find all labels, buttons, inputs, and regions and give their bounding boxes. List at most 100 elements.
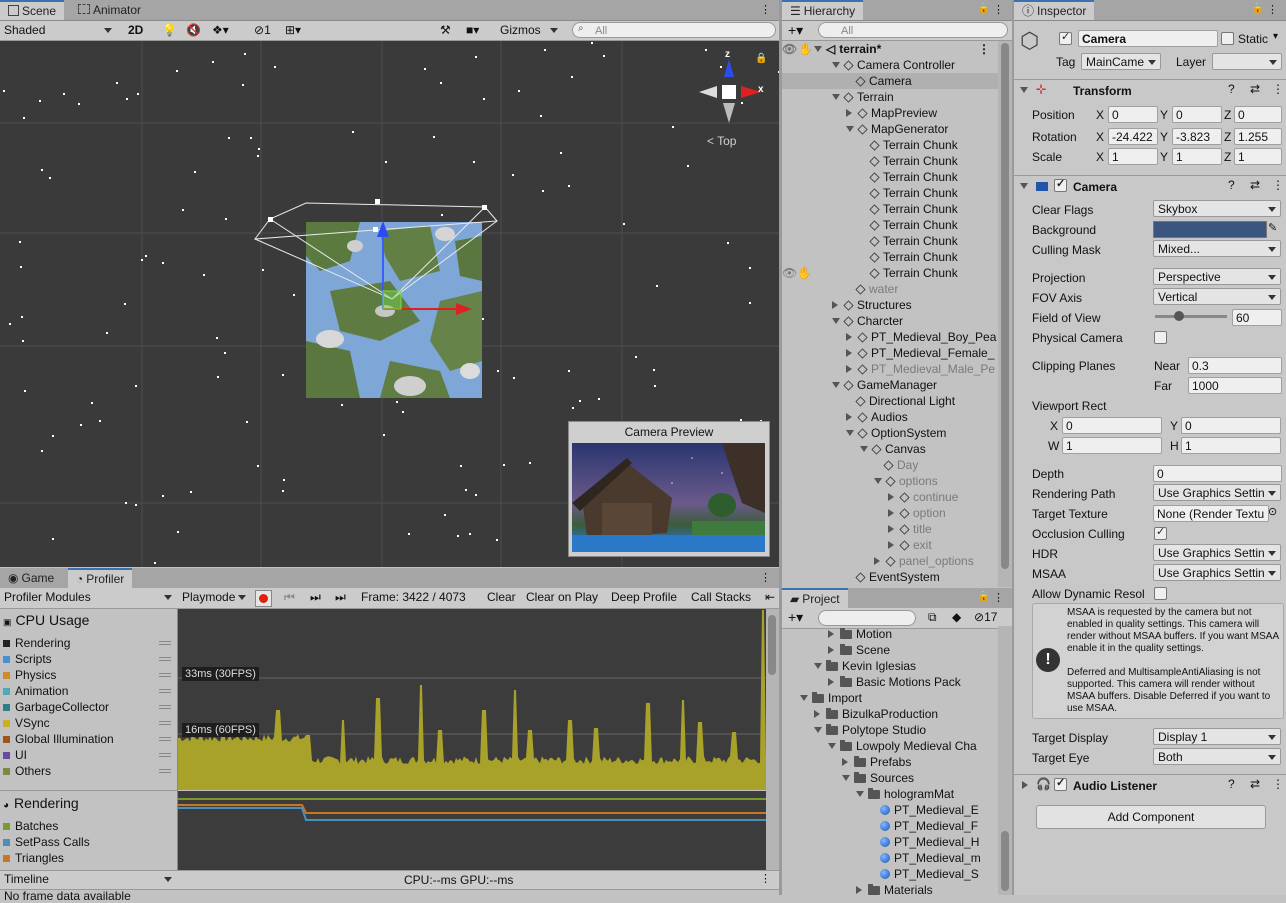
prev-frame-button[interactable]: ⏮ [284, 588, 295, 606]
target-texture-field[interactable]: None (Render Textu [1153, 505, 1269, 522]
audio-icon[interactable]: 🔇 [186, 21, 201, 39]
lock-icon[interactable]: 🔒 [755, 53, 767, 64]
viewport-h-field[interactable]: 1 [1181, 437, 1281, 454]
audio-listener-checkbox[interactable] [1054, 776, 1067, 791]
expand-arrow-icon[interactable] [860, 446, 868, 452]
presets-icon[interactable]: ⇄ [1250, 82, 1260, 96]
transform-header[interactable]: ⊹ Transform ? ⇄ ⋮ [1014, 79, 1286, 100]
target-display-dropdown[interactable]: Display 1 [1153, 728, 1281, 745]
layer-dropdown[interactable] [1212, 53, 1282, 70]
fov-slider-thumb[interactable] [1173, 311, 1184, 321]
pick-icon[interactable]: ✋ [798, 41, 814, 57]
expand-arrow-icon[interactable] [842, 758, 848, 766]
expand-arrow-icon[interactable] [832, 62, 840, 68]
physical-camera-checkbox[interactable] [1154, 331, 1167, 344]
hierarchy-item[interactable]: MapGenerator [782, 121, 998, 137]
menu-icon[interactable]: ⋮ [978, 41, 990, 57]
project-item[interactable]: PT_Medieval_E [782, 802, 979, 818]
hierarchy-item[interactable]: Terrain Chunk [782, 201, 998, 217]
tab-profiler[interactable]: ◔ Profiler [68, 568, 133, 588]
cpu-legend-item[interactable]: Scripts [0, 652, 177, 668]
msaa-dropdown[interactable]: Use Graphics Settin [1153, 564, 1281, 581]
project-search-input[interactable] [818, 610, 916, 626]
expand-arrow-icon[interactable] [846, 109, 852, 117]
expand-arrow-icon[interactable] [846, 413, 852, 421]
cpu-legend-item[interactable]: GarbageCollector [0, 700, 177, 716]
drag-handle-icon[interactable] [159, 721, 171, 725]
position-z-field[interactable]: 0 [1234, 106, 1282, 123]
scale-x-field[interactable]: 1 [1108, 148, 1158, 165]
camera-icon[interactable]: ■▾ [466, 21, 479, 39]
rendering-chart[interactable] [178, 791, 766, 870]
orientation-gizmo[interactable]: z x 🔒 [695, 49, 767, 131]
drag-handle-icon[interactable] [159, 673, 171, 677]
viewport-x-field[interactable]: 0 [1062, 417, 1162, 434]
object-picker-icon[interactable]: ⊙ [1268, 505, 1277, 518]
projection-dropdown[interactable]: Perspective [1153, 268, 1281, 285]
playmode-dropdown[interactable]: Playmode [178, 589, 250, 606]
viewport-w-field[interactable]: 1 [1062, 437, 1162, 454]
menu-icon[interactable]: ⋮ [760, 571, 771, 584]
active-checkbox[interactable] [1059, 30, 1072, 45]
view-label[interactable]: < Top [707, 134, 736, 148]
expand-arrow-icon[interactable] [846, 333, 852, 341]
menu-icon[interactable]: ⋮ [993, 591, 1004, 604]
hierarchy-item[interactable]: Terrain Chunk [782, 185, 998, 201]
rendering-legend-item[interactable]: Batches [0, 819, 177, 835]
expand-arrow-icon[interactable] [846, 365, 852, 373]
hierarchy-item[interactable]: panel_options [782, 553, 998, 569]
culling-mask-dropdown[interactable]: Mixed... [1153, 240, 1281, 257]
2d-toggle[interactable]: 2D [128, 21, 143, 39]
drag-handle-icon[interactable] [159, 737, 171, 741]
shading-mode-dropdown[interactable]: Shaded [0, 22, 116, 39]
hierarchy-item[interactable]: PT_Medieval_Boy_Pea [782, 329, 998, 345]
hierarchy-item[interactable]: 👁✋ Terrain Chunk [782, 265, 998, 281]
dynamic-resolution-checkbox[interactable] [1154, 587, 1167, 600]
expand-arrow-icon[interactable] [814, 46, 822, 52]
expand-arrow-icon[interactable] [814, 727, 822, 733]
rendering-header[interactable]: ◕ Rendering [0, 795, 177, 815]
help-icon[interactable]: ? [1228, 82, 1235, 96]
fold-arrow-icon[interactable] [1020, 183, 1028, 189]
menu-icon[interactable]: ⋮ [1272, 777, 1284, 791]
hierarchy-item[interactable]: Camera Controller [782, 57, 998, 73]
expand-arrow-icon[interactable] [832, 318, 840, 324]
object-name-field[interactable]: Camera [1078, 30, 1218, 47]
lock-icon[interactable]: 🔒 [978, 591, 990, 602]
scene-search-input[interactable]: All [572, 22, 776, 38]
rendering-legend-item[interactable]: Triangles [0, 851, 177, 867]
rotation-x-field[interactable]: -24.422 [1108, 128, 1158, 145]
expand-arrow-icon[interactable] [856, 791, 864, 797]
effects-icon[interactable]: ❖▾ [212, 21, 229, 39]
tab-project[interactable]: ▰ Project [782, 588, 848, 608]
position-x-field[interactable]: 0 [1108, 106, 1158, 123]
cpu-legend-item[interactable]: Rendering [0, 636, 177, 652]
audio-listener-header[interactable]: 🎧 Audio Listener ? ⇄ ⋮ [1014, 774, 1286, 795]
expand-arrow-icon[interactable] [832, 382, 840, 388]
expand-arrow-icon[interactable] [846, 126, 854, 132]
clear-on-play-toggle[interactable]: Clear on Play [526, 588, 598, 606]
hierarchy-item[interactable]: Day [782, 457, 998, 473]
hierarchy-item[interactable]: MapPreview [782, 105, 998, 121]
expand-arrow-icon[interactable] [842, 775, 850, 781]
visibility-icon[interactable]: 👁✋ [782, 265, 812, 281]
lock-icon[interactable]: 🔒 [978, 3, 990, 14]
menu-icon[interactable]: ⋮ [1272, 178, 1284, 192]
help-icon[interactable]: ? [1228, 178, 1235, 192]
menu-icon[interactable]: ⋮ [1267, 3, 1278, 16]
hierarchy-scrollbar[interactable] [998, 41, 1012, 587]
project-item[interactable]: Kevin Iglesias [782, 658, 916, 674]
hierarchy-search-input[interactable]: All [818, 22, 1008, 38]
presets-icon[interactable]: ⇄ [1250, 178, 1260, 192]
scene-menu-icon[interactable]: ⋮ [760, 3, 771, 16]
visibility-icon[interactable]: 👁 [782, 41, 798, 57]
project-item[interactable]: Motion [782, 626, 892, 642]
project-item[interactable]: PT_Medieval_m [782, 850, 981, 866]
hierarchy-item[interactable]: exit [782, 537, 998, 553]
drag-handle-icon[interactable] [159, 769, 171, 773]
lock-icon[interactable]: 🔒 [1252, 3, 1264, 14]
expand-arrow-icon[interactable] [846, 430, 854, 436]
scene-viewport[interactable]: z x 🔒 < Top Camera Preview [0, 41, 779, 567]
expand-arrow-icon[interactable] [888, 493, 894, 501]
hierarchy-item[interactable]: Terrain Chunk [782, 137, 998, 153]
